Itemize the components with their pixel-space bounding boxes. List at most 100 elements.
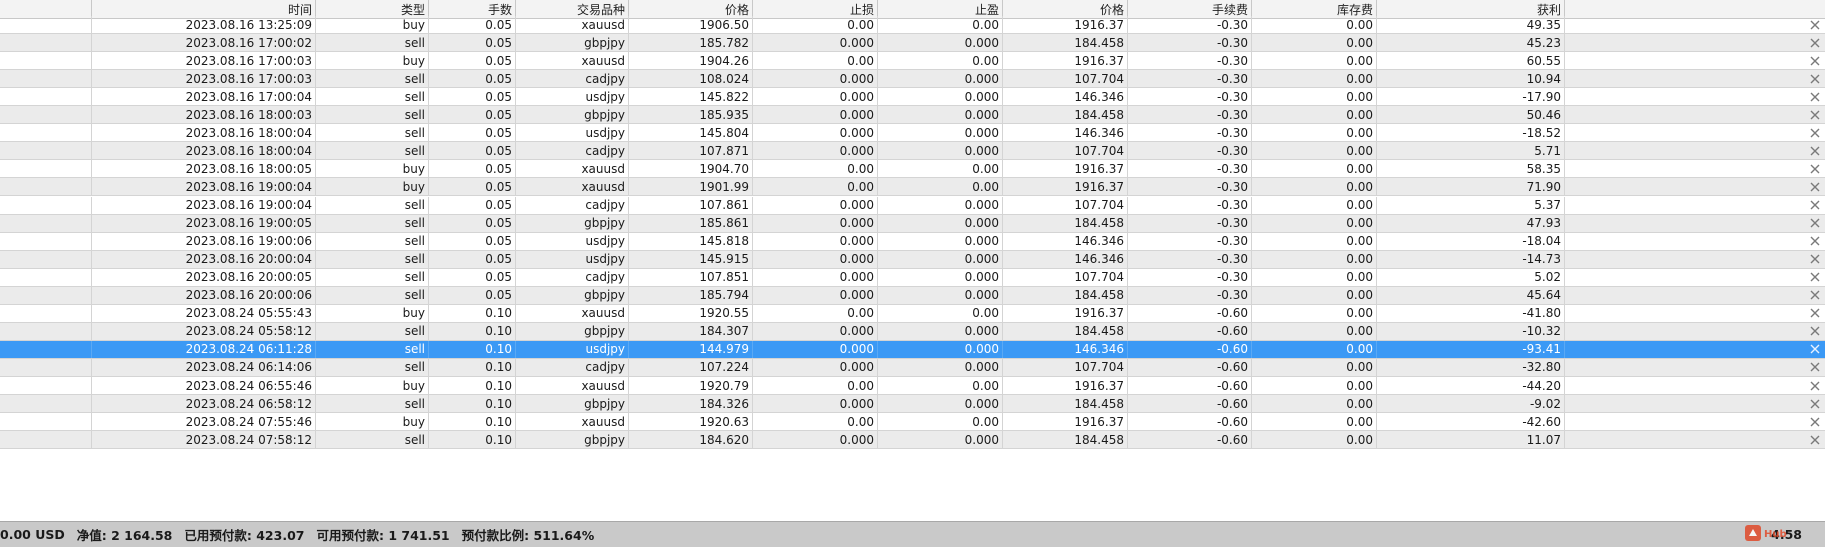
table-row[interactable]: 2023.08.24 07:55:46 buy 0.10 xauusd 1920.63 0… bbox=[0, 413, 1825, 432]
cell-type: sell bbox=[316, 268, 429, 286]
cell-price_open: 1901.99 bbox=[629, 178, 753, 196]
table-row[interactable]: 2023.08.16 19:00:04 buy 0.05 xauusd 1901.99 0… bbox=[0, 178, 1825, 197]
cell-sl: 0.000 bbox=[753, 250, 878, 268]
close-icon[interactable] bbox=[1805, 431, 1825, 448]
table-row[interactable]: 2023.08.24 06:11:28 sell 0.10 usdjpy 144.979… bbox=[0, 340, 1825, 359]
table-row[interactable]: 2023.08.24 05:55:43 buy 0.10 xauusd 1920.55 0… bbox=[0, 304, 1825, 323]
cell-type: sell bbox=[316, 358, 429, 376]
table-row[interactable]: 2023.08.16 18:00:05 buy 0.05 xauusd 1904.70 0… bbox=[0, 160, 1825, 179]
cell-lots: 0.10 bbox=[429, 413, 516, 431]
cell-swap: 0.00 bbox=[1252, 88, 1377, 106]
table-row[interactable]: 2023.08.16 20:00:05 sell 0.05 cadjpy 107.851… bbox=[0, 268, 1825, 287]
close-icon[interactable] bbox=[1805, 341, 1825, 358]
cell-time: 2023.08.16 19:00:04 bbox=[92, 196, 316, 214]
close-icon[interactable] bbox=[1805, 124, 1825, 141]
table-row[interactable]: 2023.08.16 17:00:04 sell 0.05 usdjpy 145.822… bbox=[0, 88, 1825, 107]
cell-time: 2023.08.16 19:00:06 bbox=[92, 232, 316, 250]
table-row[interactable]: 2023.08.16 19:00:06 sell 0.05 usdjpy 145.818… bbox=[0, 232, 1825, 251]
close-icon[interactable] bbox=[1805, 359, 1825, 376]
table-row[interactable]: 2023.08.24 07:58:12 sell 0.10 gbpjpy 184.620… bbox=[0, 431, 1825, 450]
close-icon[interactable] bbox=[1805, 142, 1825, 159]
cell-time: 2023.08.16 17:00:03 bbox=[92, 52, 316, 70]
cell-price_open: 1906.50 bbox=[629, 16, 753, 33]
cell-time: 2023.08.16 17:00:02 bbox=[92, 34, 316, 52]
cell-tp: 0.00 bbox=[878, 304, 1003, 322]
cell-symbol: xauusd bbox=[516, 178, 629, 196]
cell-commission: -0.30 bbox=[1128, 70, 1252, 88]
table-row[interactable]: 2023.08.16 19:00:05 sell 0.05 gbpjpy 185.861… bbox=[0, 214, 1825, 233]
cell-symbol: usdjpy bbox=[516, 340, 629, 358]
close-icon[interactable] bbox=[1805, 377, 1825, 394]
table-row[interactable]: 2023.08.24 06:58:12 sell 0.10 gbpjpy 184.326… bbox=[0, 395, 1825, 414]
cell-sl: 0.000 bbox=[753, 88, 878, 106]
table-row[interactable]: 2023.08.16 17:00:02 sell 0.05 gbpjpy 185.782… bbox=[0, 34, 1825, 53]
close-icon[interactable] bbox=[1805, 70, 1825, 87]
cell-profit: 49.35 bbox=[1377, 16, 1565, 33]
table-row[interactable]: 2023.08.24 06:55:46 buy 0.10 xauusd 1920.79 0… bbox=[0, 377, 1825, 395]
close-icon[interactable] bbox=[1805, 395, 1825, 412]
cell-commission: -0.60 bbox=[1128, 322, 1252, 340]
cell-swap: 0.00 bbox=[1252, 124, 1377, 142]
cell-lots: 0.05 bbox=[429, 16, 516, 33]
total-profit-text: 4.58 bbox=[1771, 527, 1802, 542]
table-row[interactable]: 2023.08.16 20:00:04 sell 0.05 usdjpy 145.915… bbox=[0, 250, 1825, 269]
close-icon[interactable] bbox=[1805, 215, 1825, 232]
cell-swap: 0.00 bbox=[1252, 340, 1377, 358]
close-icon[interactable] bbox=[1805, 287, 1825, 304]
table-row[interactable]: 2023.08.16 17:00:03 buy 0.05 xauusd 1904.26 0… bbox=[0, 52, 1825, 71]
row-blank-cell bbox=[0, 88, 92, 106]
cell-symbol: xauusd bbox=[516, 16, 629, 33]
table-row[interactable]: 2023.08.24 06:14:06 sell 0.10 cadjpy 107.224… bbox=[0, 358, 1825, 377]
table-row[interactable]: 2023.08.16 19:00:04 sell 0.05 cadjpy 107.861… bbox=[0, 196, 1825, 215]
cell-tp: 0.000 bbox=[878, 34, 1003, 52]
close-icon[interactable] bbox=[1805, 88, 1825, 105]
cell-commission: -0.30 bbox=[1128, 16, 1252, 33]
close-icon[interactable] bbox=[1805, 106, 1825, 123]
table-row[interactable]: 2023.08.16 20:00:06 sell 0.05 gbpjpy 185.794… bbox=[0, 286, 1825, 305]
cell-tp: 0.00 bbox=[878, 413, 1003, 431]
cell-type: sell bbox=[316, 214, 429, 232]
cell-swap: 0.00 bbox=[1252, 178, 1377, 196]
row-blank-cell bbox=[0, 52, 92, 70]
close-icon[interactable] bbox=[1805, 323, 1825, 340]
cell-lots: 0.05 bbox=[429, 232, 516, 250]
cell-price_open: 184.307 bbox=[629, 322, 753, 340]
cell-lots: 0.05 bbox=[429, 160, 516, 178]
close-icon[interactable] bbox=[1805, 178, 1825, 195]
table-row[interactable]: 2023.08.24 05:58:12 sell 0.10 gbpjpy 184.307… bbox=[0, 322, 1825, 341]
close-icon[interactable] bbox=[1805, 197, 1825, 214]
cell-tp: 0.00 bbox=[878, 160, 1003, 178]
cell-time: 2023.08.16 18:00:05 bbox=[92, 160, 316, 178]
cell-symbol: xauusd bbox=[516, 52, 629, 70]
close-icon[interactable] bbox=[1805, 269, 1825, 286]
table-row[interactable]: 2023.08.16 18:00:03 sell 0.05 gbpjpy 185.935… bbox=[0, 106, 1825, 125]
cell-lots: 0.10 bbox=[429, 377, 516, 394]
cell-lots: 0.05 bbox=[429, 250, 516, 268]
cell-price_open: 184.620 bbox=[629, 431, 753, 449]
close-icon[interactable] bbox=[1805, 305, 1825, 322]
table-row[interactable]: 2023.08.16 18:00:04 sell 0.05 usdjpy 145.804… bbox=[0, 124, 1825, 143]
close-icon[interactable] bbox=[1805, 16, 1825, 33]
cell-lots: 0.05 bbox=[429, 52, 516, 70]
close-icon[interactable] bbox=[1805, 413, 1825, 430]
table-row[interactable]: 2023.08.16 13:25:09 buy 0.05 xauusd 1906.50 0… bbox=[0, 16, 1825, 34]
cell-profit: 45.23 bbox=[1377, 34, 1565, 52]
close-icon[interactable] bbox=[1805, 251, 1825, 268]
cell-type: sell bbox=[316, 124, 429, 142]
close-icon[interactable] bbox=[1805, 160, 1825, 177]
close-icon[interactable] bbox=[1805, 52, 1825, 69]
close-icon[interactable] bbox=[1805, 34, 1825, 51]
table-row[interactable]: 2023.08.16 18:00:04 sell 0.05 cadjpy 107.871… bbox=[0, 142, 1825, 161]
cell-time: 2023.08.16 17:00:03 bbox=[92, 70, 316, 88]
cell-sl: 0.00 bbox=[753, 160, 878, 178]
cell-profit: 45.64 bbox=[1377, 286, 1565, 304]
cell-price_open: 145.818 bbox=[629, 232, 753, 250]
row-blank-cell bbox=[0, 413, 92, 431]
cell-time: 2023.08.16 18:00:04 bbox=[92, 142, 316, 160]
cell-time: 2023.08.16 20:00:04 bbox=[92, 250, 316, 268]
row-blank-cell bbox=[0, 124, 92, 142]
table-row[interactable]: 2023.08.16 17:00:03 sell 0.05 cadjpy 108.024… bbox=[0, 70, 1825, 89]
cell-commission: -0.60 bbox=[1128, 358, 1252, 376]
close-icon[interactable] bbox=[1805, 233, 1825, 250]
cell-sl: 0.000 bbox=[753, 395, 878, 413]
